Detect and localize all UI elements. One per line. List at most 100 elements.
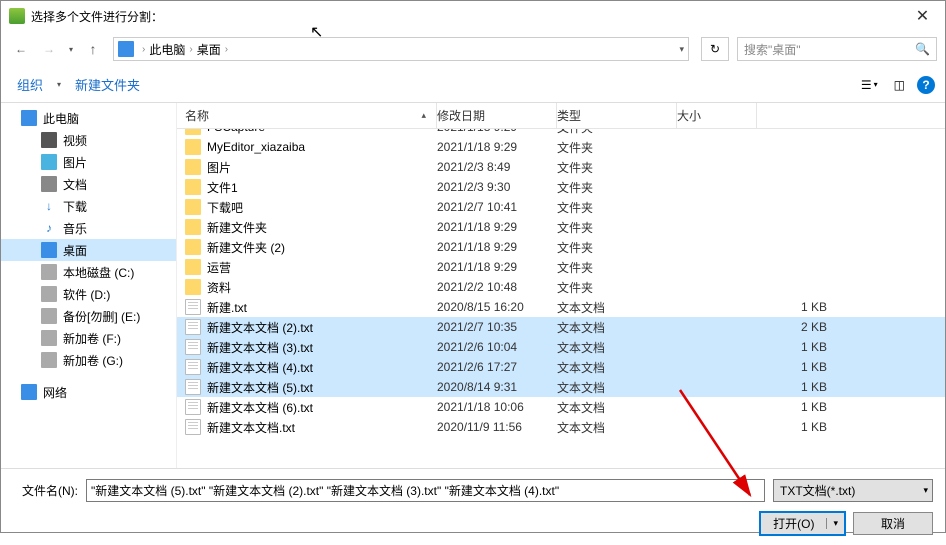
file-row[interactable]: 新建文本文档 (5).txt2020/8/14 9:31文本文档1 KB xyxy=(177,377,945,397)
file-date: 2021/2/3 9:30 xyxy=(437,180,557,194)
file-date: 2020/8/14 9:31 xyxy=(437,380,557,394)
file-type: 文件夹 xyxy=(557,219,677,236)
file-name: 下载吧 xyxy=(207,199,243,216)
folder-icon xyxy=(185,159,201,175)
sidebar-item-9[interactable]: 备份[勿删] (E:) xyxy=(1,305,176,327)
sidebar-item-0[interactable]: 此电脑 xyxy=(1,107,176,129)
search-icon: 🔍 xyxy=(915,42,930,56)
file-row[interactable]: 新建文本文档.txt2020/11/9 11:56文本文档1 KB xyxy=(177,417,945,437)
file-name: 新建文本文档 (3).txt xyxy=(207,339,313,356)
view-mode-button[interactable]: ☰▾ xyxy=(857,76,882,94)
file-type: 文件夹 xyxy=(557,199,677,216)
file-row[interactable]: FSCapture2021/1/18 9:29文件夹 xyxy=(177,129,945,137)
file-row[interactable]: 新建文件夹 (2)2021/1/18 9:29文件夹 xyxy=(177,237,945,257)
sidebar-item-11[interactable]: 新加卷 (G:) xyxy=(1,349,176,371)
open-dropdown-icon[interactable]: ▾ xyxy=(826,518,844,529)
sidebar-label: 软件 (D:) xyxy=(63,286,110,303)
sidebar-label: 文档 xyxy=(63,176,87,193)
sidebar-label: 新加卷 (G:) xyxy=(63,352,123,369)
sidebar-item-12[interactable]: 网络 xyxy=(1,381,176,403)
file-date: 2021/1/18 10:06 xyxy=(437,400,557,414)
new-folder-button[interactable]: 新建文件夹 xyxy=(69,71,146,98)
file-date: 2021/1/18 9:29 xyxy=(437,129,557,134)
column-type[interactable]: 类型 xyxy=(557,103,677,128)
sidebar-item-6[interactable]: 桌面 xyxy=(1,239,176,261)
file-name: 运营 xyxy=(207,259,231,276)
file-date: 2020/11/9 11:56 xyxy=(437,420,557,434)
organize-dropdown-icon[interactable]: ▾ xyxy=(53,80,65,89)
address-bar[interactable]: › 此电脑 › 桌面 › ▾ xyxy=(113,37,689,61)
pc-icon xyxy=(21,110,37,126)
file-date: 2021/2/7 10:35 xyxy=(437,320,557,334)
forward-button[interactable]: → xyxy=(37,37,61,61)
sidebar-item-10[interactable]: 新加卷 (F:) xyxy=(1,327,176,349)
sidebar-item-7[interactable]: 本地磁盘 (C:) xyxy=(1,261,176,283)
list-icon: ☰ xyxy=(861,78,872,92)
file-row[interactable]: 资料2021/2/2 10:48文件夹 xyxy=(177,277,945,297)
file-row[interactable]: 图片2021/2/3 8:49文件夹 xyxy=(177,157,945,177)
cancel-button[interactable]: 取消 xyxy=(853,512,933,535)
file-date: 2021/2/3 8:49 xyxy=(437,160,557,174)
file-row[interactable]: MyEditor_xiazaiba2021/1/18 9:29文件夹 xyxy=(177,137,945,157)
file-type: 文件夹 xyxy=(557,259,677,276)
file-name: 图片 xyxy=(207,159,231,176)
location-icon xyxy=(118,41,134,57)
preview-pane-button[interactable]: ◫ xyxy=(890,76,909,94)
disk-icon xyxy=(41,264,57,280)
file-row[interactable]: 新建文本文档 (6).txt2021/1/18 10:06文本文档1 KB xyxy=(177,397,945,417)
file-row[interactable]: 新建文件夹2021/1/18 9:29文件夹 xyxy=(177,217,945,237)
sidebar-label: 备份[勿删] (E:) xyxy=(63,308,140,325)
up-button[interactable]: ↑ xyxy=(81,37,105,61)
file-row[interactable]: 新建文本文档 (3).txt2021/2/6 10:04文本文档1 KB xyxy=(177,337,945,357)
column-date[interactable]: 修改日期 xyxy=(437,103,557,128)
refresh-button[interactable]: ↻ xyxy=(701,37,729,61)
filename-input[interactable] xyxy=(86,479,765,502)
app-icon xyxy=(9,8,25,24)
file-type: 文件夹 xyxy=(557,129,677,136)
sidebar-label: 音乐 xyxy=(63,220,87,237)
sidebar-label: 网络 xyxy=(43,384,67,401)
file-row[interactable]: 文件1 2021/2/3 9:30文件夹 xyxy=(177,177,945,197)
filter-dropdown[interactable]: TXT文档(*.txt)▾ xyxy=(773,479,933,502)
filename-label: 文件名(N): xyxy=(13,482,78,499)
search-input[interactable]: 搜索"桌面" 🔍 xyxy=(737,37,937,61)
folder-icon xyxy=(185,179,201,195)
help-button[interactable]: ? xyxy=(917,76,935,94)
sidebar-item-2[interactable]: 图片 xyxy=(1,151,176,173)
file-row[interactable]: 下载吧2021/2/7 10:41文件夹 xyxy=(177,197,945,217)
file-name: 文件1 xyxy=(207,179,238,196)
column-size[interactable]: 大小 xyxy=(677,103,757,128)
sort-arrow-icon: ▴ xyxy=(421,110,426,121)
sidebar-item-1[interactable]: 视频 xyxy=(1,129,176,151)
sidebar-item-3[interactable]: 文档 xyxy=(1,173,176,195)
breadcrumb-folder[interactable]: 桌面 xyxy=(197,41,221,58)
close-button[interactable]: ✕ xyxy=(900,6,945,26)
file-name: 新建文本文档 (4).txt xyxy=(207,359,313,376)
back-button[interactable]: ← xyxy=(9,37,33,61)
preview-icon: ◫ xyxy=(894,78,905,92)
file-type: 文本文档 xyxy=(557,339,677,356)
file-row[interactable]: 新建.txt2020/8/15 16:20文本文档1 KB xyxy=(177,297,945,317)
organize-button[interactable]: 组织 xyxy=(11,71,49,98)
disk-icon xyxy=(41,352,57,368)
disk-icon xyxy=(41,286,57,302)
file-row[interactable]: 新建文本文档 (4).txt2021/2/6 17:27文本文档1 KB xyxy=(177,357,945,377)
folder-icon xyxy=(185,239,201,255)
sidebar-item-8[interactable]: 软件 (D:) xyxy=(1,283,176,305)
file-date: 2021/1/18 9:29 xyxy=(437,240,557,254)
column-name[interactable]: 名称▴ xyxy=(177,103,437,128)
sidebar-item-5[interactable]: ♪音乐 xyxy=(1,217,176,239)
file-type: 文件夹 xyxy=(557,179,677,196)
open-button[interactable]: 打开(O)▾ xyxy=(760,512,845,535)
history-dropdown[interactable]: ▾ xyxy=(65,45,77,54)
address-dropdown-icon[interactable]: ▾ xyxy=(679,44,684,55)
file-row[interactable]: 运营2021/1/18 9:29文件夹 xyxy=(177,257,945,277)
down-icon: ↓ xyxy=(41,198,57,214)
nav-row: ← → ▾ ↑ › 此电脑 › 桌面 › ▾ ↻ 搜索"桌面" 🔍 xyxy=(1,31,945,67)
titlebar: 选择多个文件进行分割： ✕ xyxy=(1,1,945,31)
sidebar-item-4[interactable]: ↓下载 xyxy=(1,195,176,217)
file-date: 2021/1/18 9:29 xyxy=(437,140,557,154)
breadcrumb-root[interactable]: 此电脑 xyxy=(149,41,185,58)
sidebar-label: 本地磁盘 (C:) xyxy=(63,264,134,281)
file-row[interactable]: 新建文本文档 (2).txt2021/2/7 10:35文本文档2 KB xyxy=(177,317,945,337)
